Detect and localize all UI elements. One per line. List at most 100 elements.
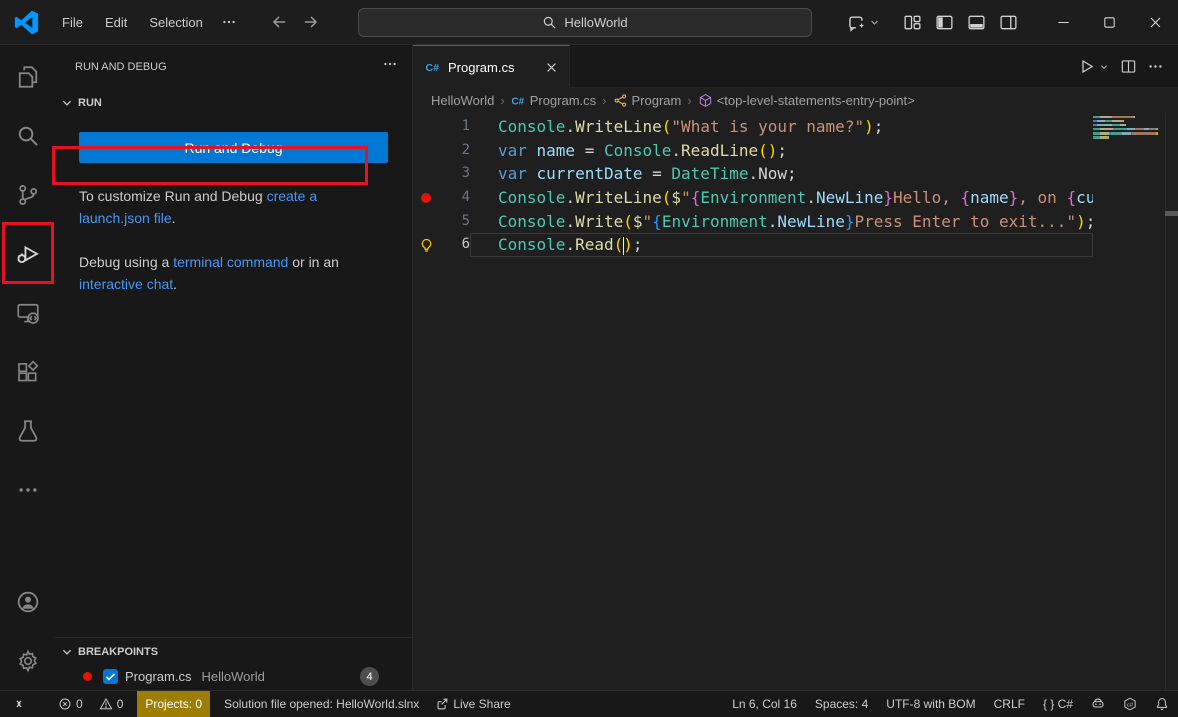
breakpoint-icon[interactable] [413,186,439,210]
code-area[interactable]: 1Console.WriteLine("What is your name?")… [413,113,1178,690]
svg-text:C#: C# [426,62,440,74]
code-line-6[interactable]: 6Console.Read(); [413,233,1178,257]
activity-item-accounts[interactable] [0,572,55,631]
tab-close-icon[interactable] [544,60,559,75]
run-section-header[interactable]: RUN [55,92,412,114]
status-label: { } C# [1043,697,1073,711]
maximize-button[interactable] [1086,0,1132,45]
run-section-label: RUN [78,97,102,109]
breakpoints-section-header[interactable]: BREAKPOINTS [55,640,412,664]
code-line-3[interactable]: 3var currentDate = DateTime.Now; [413,162,1178,186]
account-icon [16,590,40,614]
run-paragraph-2: Debug using a terminal command or in an … [79,251,388,295]
split-editor-button[interactable] [1120,58,1137,75]
breadcrumb-item[interactable]: <top-level-statements-entry-point> [698,93,915,108]
menu-selection[interactable]: Selection [138,10,213,35]
activity-item-run-and-debug[interactable] [0,224,55,283]
activity-item-additional-views[interactable] [0,460,55,519]
minimap[interactable] [1093,116,1165,140]
breadcrumb-item[interactable]: C# Program.cs [511,93,596,108]
scrollbar[interactable] [1165,113,1178,690]
status-cursor-position[interactable]: Ln 6, Col 16 [723,691,806,717]
activity-item-search[interactable] [0,106,55,165]
more-actions-button[interactable] [1147,58,1164,75]
status-label: Live Share [453,697,510,711]
status-label: Projects: 0 [145,697,202,711]
close-button[interactable] [1132,0,1178,45]
activity-item-extensions[interactable] [0,342,55,401]
status-projects[interactable]: Projects: 0 [137,691,210,717]
menu-edit[interactable]: Edit [94,10,138,35]
status-copilot-status[interactable] [1082,691,1114,717]
minimap-line [1093,128,1165,130]
status-label: CRLF [994,697,1025,711]
menu-file[interactable]: File [51,10,94,35]
link[interactable]: terminal command [173,254,288,270]
status-encoding[interactable]: UTF-8 with BOM [877,691,984,717]
breadcrumb-separator: › [499,93,505,108]
status-right: Ln 6, Col 16 Spaces: 4UTF-8 with BOM CRLF {… [723,691,1178,717]
code-line-1[interactable]: 1Console.WriteLine("What is your name?")… [413,115,1178,139]
customize-layout-icon[interactable] [903,13,922,32]
error-icon [58,697,72,711]
breakpoint-checkbox[interactable] [103,669,118,684]
text: . [172,210,176,226]
toggle-secondary-sidebar-icon[interactable] [999,13,1018,32]
status-label: Ln 6, Col 16 [732,697,797,711]
status-indentation[interactable]: Spaces: 4 [806,691,877,717]
status-warnings[interactable]: 0 [91,691,132,717]
chevron-down-icon [59,644,75,660]
status-remote-indicator[interactable] [0,691,34,717]
code-line-5[interactable]: 5Console.Write($"{Environment.NewLine}Pr… [413,210,1178,234]
breakpoint-project: HelloWorld [201,669,264,684]
activity-item-explorer[interactable] [0,47,55,106]
breadcrumb-label: Program [632,93,682,108]
line-text: Console.Write($"{Environment.NewLine}Pre… [470,210,1093,234]
tab-label: Program.cs [448,60,537,75]
ellipsis-icon [16,478,40,502]
activity-item-testing[interactable] [0,401,55,460]
csharp-file-icon: C# [511,93,526,108]
run-and-debug-panel: RUN AND DEBUG RUN Run and Debug To custo… [55,45,413,690]
breadcrumb-item[interactable]: Program [613,93,682,108]
text: To customize Run and Debug [79,188,267,204]
titlebar: FileEditSelection HelloWorld [0,0,1178,45]
status-left: 00 Projects: 0 Solution file opened: Hello… [0,691,519,717]
panel-more-actions-button[interactable] [382,56,398,77]
status-csharp-extension[interactable]: c# [1114,691,1146,717]
breakpoint-list-item[interactable]: Program.cs HelloWorld 4 [55,664,412,688]
bell-icon [1155,697,1169,711]
status-solution-status[interactable]: Solution file opened: HelloWorld.slnx [216,691,427,717]
run-and-debug-button[interactable]: Run and Debug [79,132,388,163]
breakpoint-file: Program.cs [125,669,191,684]
breadcrumb-item[interactable]: HelloWorld [431,93,494,108]
chevron-down-icon[interactable] [1098,60,1110,72]
copilot-menu-button[interactable] [847,13,881,32]
menubar-more-button[interactable] [214,14,244,30]
command-center-search[interactable]: HelloWorld [358,8,812,37]
back-icon[interactable] [270,13,288,31]
copilot-chat-icon [847,13,866,32]
breadcrumb-label: Program.cs [530,93,596,108]
activity-item-source-control[interactable] [0,165,55,224]
symbol-class-icon [613,93,628,108]
activity-item-settings[interactable] [0,631,55,690]
code-line-2[interactable]: 2var name = Console.ReadLine(); [413,139,1178,163]
forward-icon[interactable] [302,13,320,31]
toggle-primary-sidebar-icon[interactable] [935,13,954,32]
status-errors[interactable]: 0 [50,691,91,717]
status-eol[interactable]: CRLF [985,691,1034,717]
link[interactable]: interactive chat [79,276,173,292]
status-language-mode[interactable]: { } C# [1034,691,1082,717]
tab-program-cs[interactable]: C# Program.cs [413,45,570,88]
toggle-panel-icon[interactable] [967,13,986,32]
code-line-4[interactable]: 4Console.WriteLine($"{Environment.NewLin… [413,186,1178,210]
run-file-button[interactable] [1078,58,1095,75]
status-live-share[interactable]: Live Share [427,691,518,717]
activity-item-remote-explorer[interactable] [0,283,55,342]
minimize-button[interactable] [1040,0,1086,45]
lightbulb-icon[interactable] [413,233,439,257]
csharp-file-icon: C# [425,59,441,75]
status-notifications[interactable] [1146,691,1178,717]
gutter-glyph [413,210,439,234]
